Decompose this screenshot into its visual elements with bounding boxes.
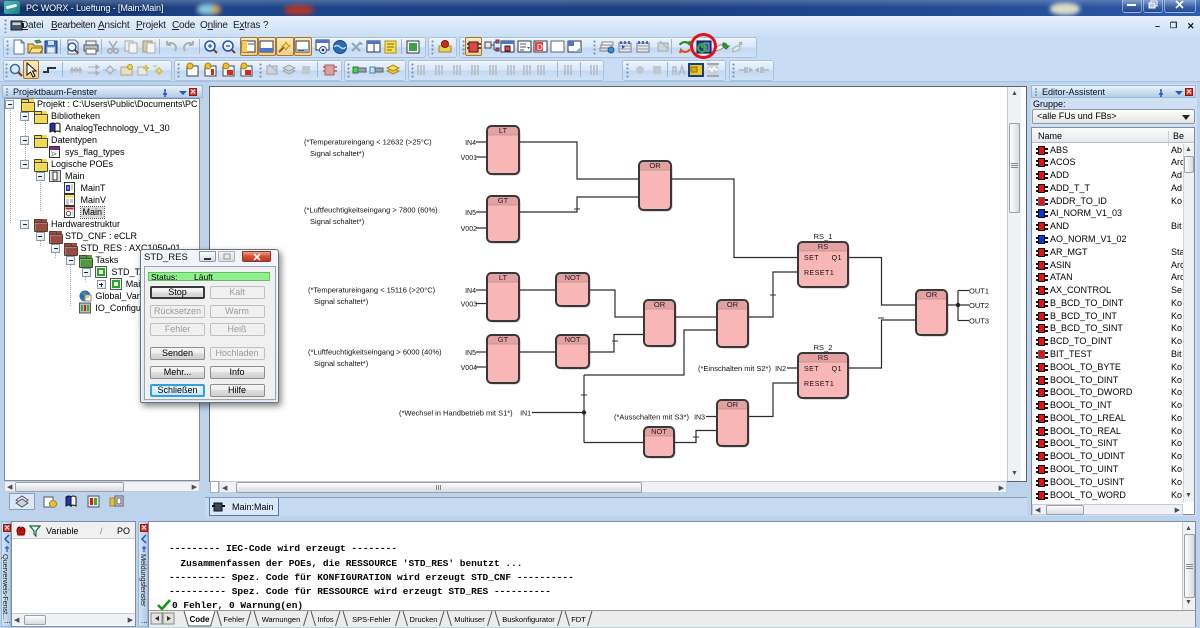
svg-text:IN3: IN3 xyxy=(694,415,705,422)
svg-text:OR: OR xyxy=(649,161,661,170)
svg-text:IN1: IN1 xyxy=(520,411,531,418)
svg-text:LT: LT xyxy=(499,273,508,282)
svg-text:IN5: IN5 xyxy=(465,350,476,357)
svg-text:V004: V004 xyxy=(461,365,477,372)
svg-text:(*Wechsel in Handbetrieb mit S: (*Wechsel in Handbetrieb mit S1*) xyxy=(399,409,513,418)
svg-text:Signal schaltet*): Signal schaltet*) xyxy=(314,359,369,368)
svg-text:RESET1: RESET1 xyxy=(804,381,834,388)
svg-text:(*Temperatureingang < 15116 (>: (*Temperatureingang < 15116 (>20°C) xyxy=(308,286,436,295)
svg-text:SET: SET xyxy=(804,366,819,373)
svg-text:(*Einschalten mit S2*): (*Einschalten mit S2*) xyxy=(698,364,771,373)
svg-text:Fehler: Fehler xyxy=(223,615,245,624)
svg-text:V003: V003 xyxy=(461,302,477,309)
svg-text:IN2: IN2 xyxy=(775,366,786,373)
svg-text:OUT3: OUT3 xyxy=(969,317,989,326)
svg-text:(*Luftfeuchtigkeitseingang > 6: (*Luftfeuchtigkeitseingang > 6000 (40%) xyxy=(308,348,442,357)
svg-text:Infos: Infos xyxy=(317,615,334,624)
svg-text:SET: SET xyxy=(804,255,819,262)
svg-text:NOT: NOT xyxy=(651,427,667,436)
svg-text:V002: V002 xyxy=(461,226,477,233)
svg-text:IN4: IN4 xyxy=(465,140,476,147)
svg-text:SPS-Fehler: SPS-Fehler xyxy=(352,615,391,624)
svg-text:GT: GT xyxy=(498,335,509,344)
svg-text:NOT: NOT xyxy=(565,335,581,344)
svg-text:OUT1: OUT1 xyxy=(969,287,989,296)
svg-text:GT: GT xyxy=(498,196,509,205)
svg-text:OR: OR xyxy=(727,400,739,409)
svg-text:OR: OR xyxy=(926,290,938,299)
svg-text:RS: RS xyxy=(818,353,828,362)
svg-text:Multiuser: Multiuser xyxy=(454,615,485,624)
svg-text:Signal schaltet*): Signal schaltet*) xyxy=(310,217,365,226)
svg-text:D: D xyxy=(537,43,543,52)
svg-text:IN4: IN4 xyxy=(465,288,476,295)
svg-text:Buskonfigurator: Buskonfigurator xyxy=(502,615,555,624)
svg-text:OUT2: OUT2 xyxy=(969,301,989,310)
svg-text:(*Temperatureingang < 12632 (>: (*Temperatureingang < 12632 (>25°C) xyxy=(304,138,432,147)
svg-text:V001: V001 xyxy=(461,155,477,162)
svg-text:Signal schaltet*): Signal schaltet*) xyxy=(310,149,365,158)
svg-text:NOT: NOT xyxy=(565,273,581,282)
svg-text:OR: OR xyxy=(654,300,666,309)
svg-text:FDT: FDT xyxy=(571,615,586,624)
svg-text:Q1: Q1 xyxy=(832,255,842,262)
svg-text:(*Ausschalten mit S3*): (*Ausschalten mit S3*) xyxy=(614,413,690,422)
svg-text:Q1: Q1 xyxy=(832,366,842,373)
svg-text:(*Luftfeuchtigkeitseingang > 7: (*Luftfeuchtigkeitseingang > 7800 (60%) xyxy=(304,206,438,215)
svg-text:RESET1: RESET1 xyxy=(804,270,834,277)
svg-text:RS_2: RS_2 xyxy=(814,343,833,352)
svg-text:Warnungen: Warnungen xyxy=(262,615,301,624)
svg-text:LT: LT xyxy=(499,126,508,135)
svg-text:Drucken: Drucken xyxy=(410,615,438,624)
svg-text:RS: RS xyxy=(818,242,828,251)
svg-text:IN5: IN5 xyxy=(465,210,476,217)
svg-text:OR: OR xyxy=(727,300,739,309)
svg-text:RS_1: RS_1 xyxy=(814,232,833,241)
svg-text:}>: }> xyxy=(51,152,57,158)
svg-text:Code: Code xyxy=(190,615,211,624)
svg-text:Signal schaltet*): Signal schaltet*) xyxy=(314,297,369,306)
